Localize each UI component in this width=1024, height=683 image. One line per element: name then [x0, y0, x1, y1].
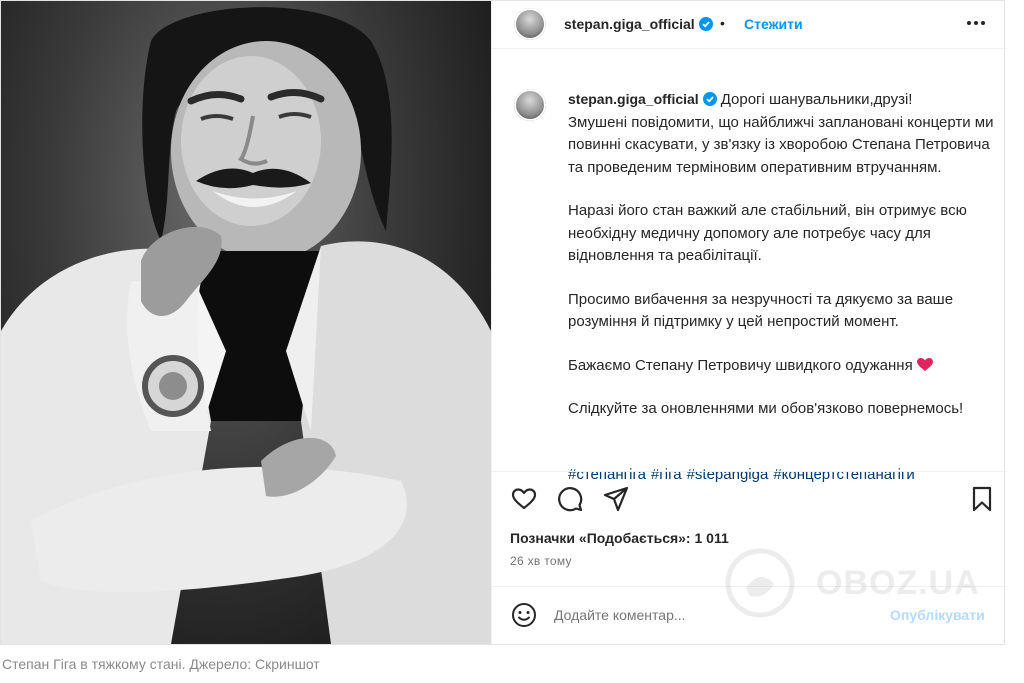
- header-username[interactable]: stepan.giga_official: [564, 16, 713, 32]
- portrait-illustration: [1, 7, 491, 644]
- caption-text: stepan.giga_official Дорогі шанувальники,…: [568, 88, 998, 508]
- likes-count[interactable]: Позначки «Подобається»: 1 011: [510, 530, 729, 546]
- bookmark-icon[interactable]: [968, 485, 996, 513]
- image-credit: Степан Гіга в тяжкому стані. Джерело: Ск…: [2, 656, 320, 672]
- verified-badge-icon: [698, 17, 713, 31]
- watermark-globe-icon: [725, 548, 795, 618]
- caption-paragraph-1: stepan.giga_official Дорогі шанувальники,…: [568, 91, 994, 176]
- follow-button[interactable]: Стежити: [744, 16, 803, 32]
- caption-username[interactable]: stepan.giga_official: [568, 91, 717, 107]
- caption-paragraph-3: Просимо вибачення за незручності та дяку…: [568, 290, 954, 331]
- caption-avatar[interactable]: [514, 89, 546, 121]
- comment-icon[interactable]: [556, 485, 584, 513]
- post-timestamp[interactable]: 26 хв тому: [510, 554, 572, 568]
- emoji-icon[interactable]: [510, 601, 538, 629]
- verified-badge-icon: [702, 92, 717, 106]
- heart-icon[interactable]: [510, 485, 538, 513]
- post-photo[interactable]: [1, 1, 491, 644]
- more-icon[interactable]: [962, 11, 990, 35]
- watermark-text: OBOZ.UA: [816, 564, 980, 602]
- profile-avatar[interactable]: [514, 8, 546, 40]
- separator-dot: •: [720, 15, 725, 31]
- caption-paragraph-2: Наразі його стан важкий але стабільний, …: [568, 202, 967, 264]
- caption-paragraph-4: Бажаємо Степану Петровичу швидкого одужа…: [568, 355, 998, 378]
- post-caption: stepan.giga_official Дорогі шанувальники,…: [492, 49, 1007, 483]
- caption-paragraph-5: Слідкуйте за оновленнями ми обов'язково …: [568, 400, 964, 417]
- share-icon[interactable]: [602, 485, 630, 513]
- watermark-logo: OBOZ.UA: [720, 548, 980, 618]
- heart-emoji-icon: [916, 357, 933, 371]
- post-header: stepan.giga_official • Стежити: [492, 1, 1007, 49]
